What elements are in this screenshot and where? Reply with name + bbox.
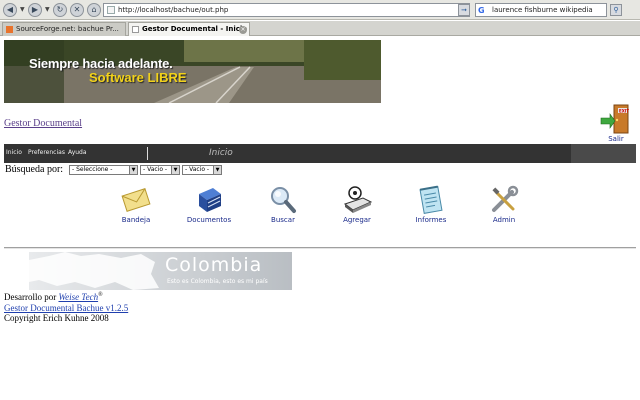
salir-label: Salir xyxy=(608,135,624,143)
books-icon xyxy=(199,188,221,212)
url-bar[interactable]: http://localhost/bachue/out.php xyxy=(103,3,470,17)
search-engine-icon[interactable]: G xyxy=(478,5,485,16)
forward-button[interactable]: ▶ xyxy=(28,3,42,17)
salir-button[interactable]: EXIT Salir xyxy=(598,104,634,144)
url-text: http://localhost/bachue/out.php xyxy=(118,6,229,14)
gestor-documental-link[interactable]: Gestor Documental xyxy=(4,118,82,129)
registered-mark: ® xyxy=(98,292,103,298)
tool-label: Buscar xyxy=(271,216,295,224)
envelope-icon xyxy=(121,188,151,212)
chevron-down-icon: ▼ xyxy=(129,166,137,174)
svg-text:EXIT: EXIT xyxy=(619,109,629,114)
tool-buscar[interactable]: Buscar xyxy=(255,184,311,226)
sourceforge-favicon-icon xyxy=(6,26,13,33)
select-value: - Vacio - xyxy=(143,166,168,173)
tab-bar: SourceForge.net: bachue Pr... Gestor Doc… xyxy=(0,21,640,36)
tab-sourceforge[interactable]: SourceForge.net: bachue Pr... xyxy=(2,22,126,36)
footer-developer-line: Desarrollo por Weise Tech® xyxy=(4,292,103,302)
tool-label: Bandeja xyxy=(121,216,151,224)
search-text: laurence fishburne wikipedia xyxy=(492,6,593,14)
stop-button[interactable]: ✕ xyxy=(70,3,84,17)
select-value: - Vacio - xyxy=(185,166,210,173)
weise-tech-link[interactable]: Weise Tech xyxy=(58,292,98,302)
developer-prefix: Desarrollo por xyxy=(4,292,57,302)
menu-item-ayuda[interactable]: Ayuda xyxy=(68,149,87,156)
browser-toolbar: ◀ ▼ ▶ ▼ ↻ ✕ ⌂ http://localhost/bachue/ou… xyxy=(0,0,640,20)
search-by-label: Búsqueda por: xyxy=(5,164,64,175)
current-section-title: Inicio xyxy=(209,148,233,158)
header-banner: Siempre hacia adelante. Software LIBRE xyxy=(4,40,381,103)
main-menu-bar: Inicio Preferencias Ayuda Inicio xyxy=(4,144,636,163)
tool-informes[interactable]: Informes xyxy=(403,184,459,226)
close-tab-icon[interactable]: × xyxy=(239,26,247,34)
select-value: - Seleccione - xyxy=(72,166,113,173)
chevron-down-icon: ▼ xyxy=(171,166,179,174)
reload-button[interactable]: ↻ xyxy=(53,3,67,17)
menu-bar-right-block xyxy=(571,144,636,163)
footer-version-line: Gestor Documental Bachue v1.2.5 xyxy=(4,303,128,313)
search-button[interactable]: ⚲ xyxy=(610,4,622,16)
go-button[interactable]: ➞ xyxy=(458,4,470,16)
scanner-icon xyxy=(343,186,373,213)
tool-admin[interactable]: Admin xyxy=(476,184,532,226)
back-history-dropdown[interactable]: ▼ xyxy=(20,6,25,13)
menu-item-preferencias[interactable]: Preferencias xyxy=(28,149,65,156)
page-favicon-icon xyxy=(132,26,139,33)
colombia-title: Colombia xyxy=(165,254,263,276)
chevron-down-icon: ▼ xyxy=(213,166,221,174)
horizontal-divider xyxy=(4,247,636,249)
version-link[interactable]: Gestor Documental Bachue v1.2.5 xyxy=(4,303,128,313)
colombia-banner: Colombia Esto es Colombia, esto es mi pa… xyxy=(29,252,292,290)
tool-agregar[interactable]: Agregar xyxy=(329,184,385,226)
tab-gestor-documental[interactable]: Gestor Documental - Inicio × xyxy=(128,22,250,36)
footer-copyright: Copyright Erich Kuhne 2008 xyxy=(4,313,109,323)
tool-label: Informes xyxy=(415,216,447,224)
page-favicon-icon xyxy=(107,6,115,14)
tools-icon xyxy=(492,185,519,212)
tool-label: Admin xyxy=(492,216,516,224)
railway-photo xyxy=(4,40,381,103)
search-value-select-2[interactable]: - Vacio - ▼ xyxy=(182,165,222,175)
search-value-select-1[interactable]: - Vacio - ▼ xyxy=(140,165,180,175)
home-button[interactable]: ⌂ xyxy=(87,3,101,17)
tool-label: Documentos xyxy=(186,216,232,224)
search-bar[interactable]: G laurence fishburne wikipedia xyxy=(475,3,607,17)
banner-software-libre: Software LIBRE xyxy=(89,70,187,85)
search-field-select[interactable]: - Seleccione - ▼ xyxy=(69,165,138,175)
back-button[interactable]: ◀ xyxy=(3,3,17,17)
exit-door-icon: EXIT xyxy=(600,104,629,134)
tab-label: Gestor Documental - Inicio xyxy=(142,25,248,33)
tool-bandeja[interactable]: Bandeja xyxy=(108,184,164,226)
tool-documentos[interactable]: Documentos xyxy=(181,184,237,226)
magnifier-icon xyxy=(271,187,296,213)
menu-separator xyxy=(147,147,148,160)
notepad-icon xyxy=(419,185,443,214)
menu-item-inicio[interactable]: Inicio xyxy=(6,149,22,156)
tool-label: Agregar xyxy=(343,216,371,224)
banner-slogan: Siempre hacia adelante. xyxy=(29,56,173,71)
colombia-tagline: Esto es Colombia, esto es mi país xyxy=(167,278,268,285)
forward-history-dropdown[interactable]: ▼ xyxy=(45,6,50,13)
tab-label: SourceForge.net: bachue Pr... xyxy=(16,25,119,33)
